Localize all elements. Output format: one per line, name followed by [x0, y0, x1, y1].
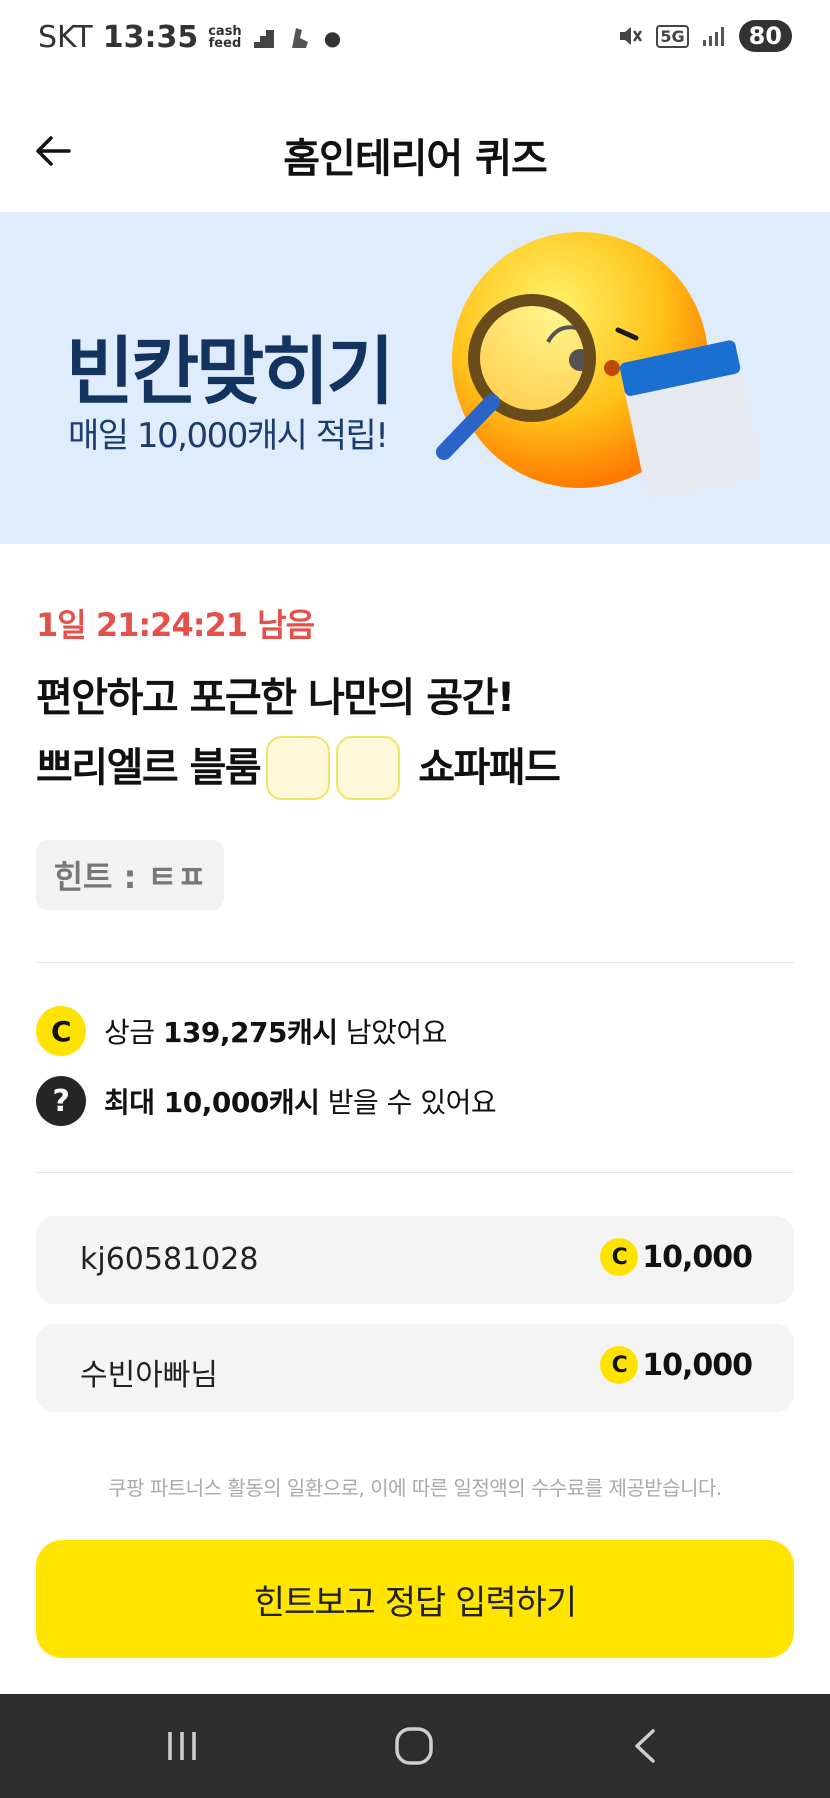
prize-info-row: C 상금 139,275캐시 남았어요 — [36, 1006, 447, 1056]
cashfeed-icon: cash feed — [208, 25, 242, 51]
stairs-icon — [253, 29, 274, 48]
system-back-button[interactable] — [616, 1720, 676, 1772]
max-reward-text: 최대 10,000캐시 받을 수 있어요 — [104, 1081, 497, 1121]
system-nav-bar — [0, 1694, 830, 1798]
home-icon — [395, 1727, 433, 1765]
coin-icon: C — [600, 1346, 639, 1384]
chevron-left-icon — [635, 1729, 655, 1763]
recent-apps-icon — [168, 1732, 196, 1760]
banner-subtitle: 매일 10,000캐시 적립! — [68, 416, 389, 456]
cashfeed-bottom: feed — [208, 35, 242, 51]
max-reward-suffix: 받을 수 있어요 — [327, 1086, 497, 1119]
max-reward-amount: 최대 10,000캐시 — [104, 1086, 320, 1119]
mute-icon — [620, 27, 643, 45]
prize-text: 상금 139,275캐시 남았어요 — [104, 1011, 447, 1051]
quiz-question: 편안하고 포근한 나만의 공간! 쁘리엘르 블룸 쇼파패드 — [36, 666, 561, 800]
status-right: 5G 80 — [616, 20, 792, 52]
divider — [36, 962, 794, 963]
shoe-icon — [291, 27, 308, 48]
winner-name: 수빈아빠님 — [80, 1358, 218, 1393]
network-5g-icon: 5G — [656, 24, 689, 48]
coin-icon: C — [600, 1238, 639, 1276]
prize-suffix: 남았어요 — [345, 1016, 448, 1049]
recent-apps-button[interactable] — [152, 1720, 212, 1772]
quiz-banner: 빈칸맞히기 매일 10,000캐시 적립! — [0, 212, 830, 544]
question-icon: ? — [36, 1076, 86, 1126]
prize-amount: 139,275캐시 — [162, 1016, 338, 1049]
status-left: SKT 13:35 cash feed ● — [38, 20, 341, 55]
coin-icon: C — [36, 1006, 86, 1056]
winner-amount: C 10,000 — [600, 1346, 753, 1384]
hint-badge: 힌트 : ㅌㅍ — [36, 840, 224, 910]
question-prefix: 쁘리엘르 블룸 — [36, 745, 262, 791]
emoji-magnifier-illustration — [436, 232, 763, 500]
question-line-2: 쁘리엘르 블룸 쇼파패드 — [36, 736, 561, 800]
carrier-label: SKT — [38, 20, 93, 55]
winner-amount-value: 10,000 — [642, 1239, 753, 1275]
enter-answer-button[interactable]: 힌트보고 정답 입력하기 — [36, 1540, 794, 1658]
banner-title: 빈칸맞히기 — [66, 329, 394, 415]
signal-icon — [702, 27, 724, 46]
max-reward-row: ? 최대 10,000캐시 받을 수 있어요 — [36, 1076, 497, 1126]
status-bar: SKT 13:35 cash feed ● 5G 80 — [0, 0, 830, 80]
answer-blank-1 — [266, 736, 331, 800]
battery-badge: 80 — [738, 20, 792, 52]
question-line-1: 편안하고 포근한 나만의 공간! — [36, 675, 515, 721]
question-suffix: 쇼파패드 — [418, 745, 561, 791]
page-title: 홈인테리어 퀴즈 — [283, 136, 548, 182]
answer-blank-2 — [336, 736, 401, 800]
winner-amount-value: 10,000 — [642, 1347, 753, 1383]
countdown-timer: 1일 21:24:21 남음 — [36, 606, 315, 644]
prize-prefix: 상금 — [104, 1016, 155, 1049]
winner-row: kj60581028 C 10,000 — [36, 1216, 794, 1304]
divider — [36, 1172, 794, 1173]
winner-amount: C 10,000 — [600, 1238, 753, 1276]
winner-row: 수빈아빠님 C 10,000 — [36, 1324, 794, 1412]
winner-name: kj60581028 — [80, 1242, 259, 1277]
clock: 13:35 — [102, 20, 199, 55]
dot-icon: ● — [323, 25, 342, 50]
home-button[interactable] — [384, 1720, 444, 1772]
app-bar: 홈인테리어 퀴즈 — [0, 90, 830, 210]
affiliate-disclaimer: 쿠팡 파트너스 활동의 일환으로, 이에 따른 일정액의 수수료를 제공받습니다… — [108, 1476, 722, 1500]
